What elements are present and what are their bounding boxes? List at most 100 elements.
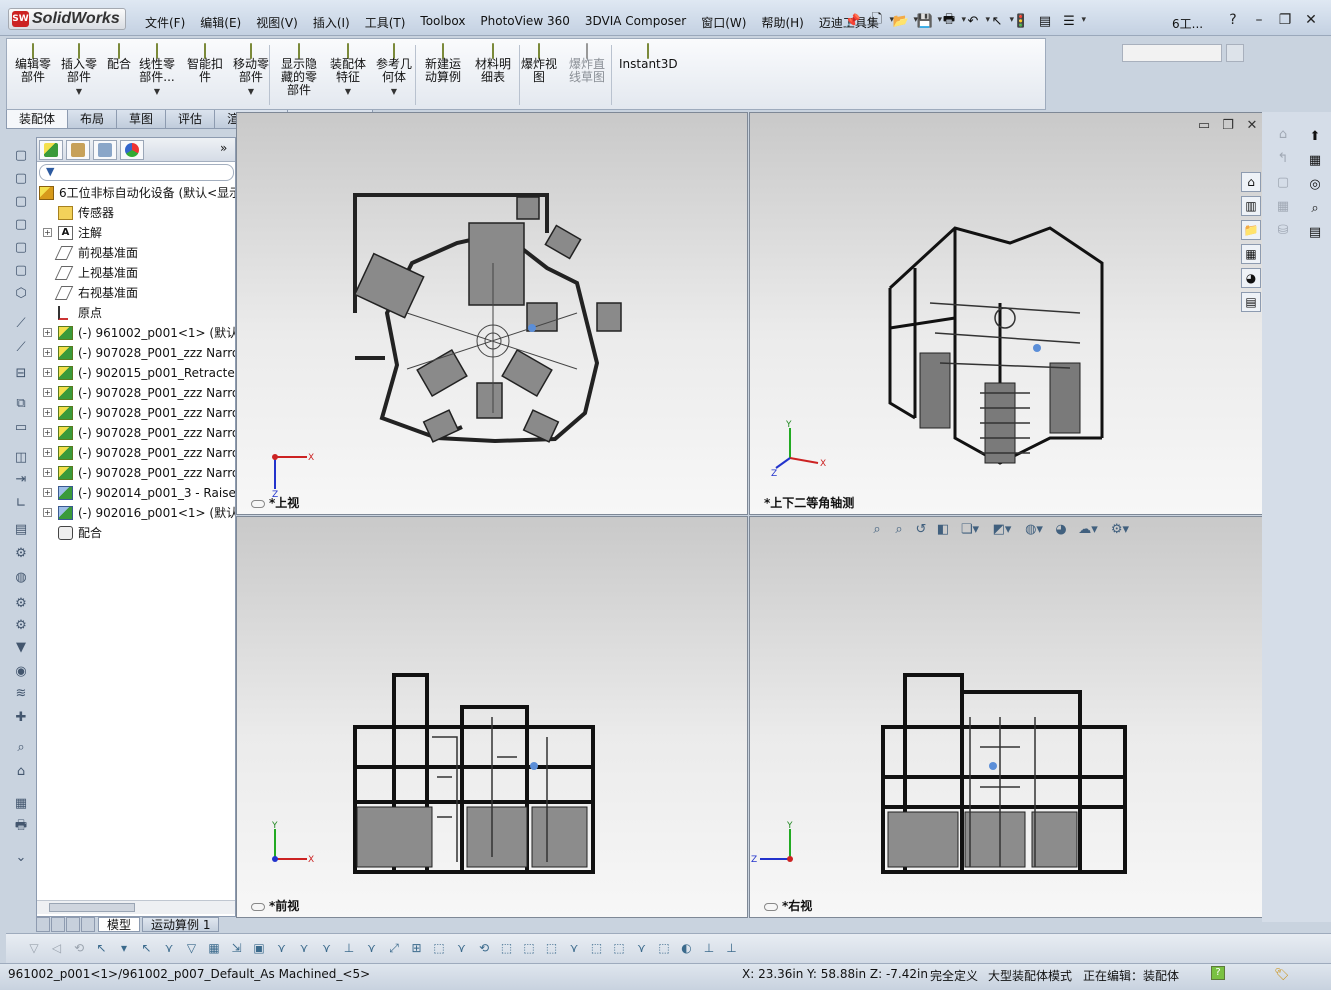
viewport-minimize-button[interactable]: ▭ (1192, 118, 1216, 133)
feature-tree-item[interactable]: 配合 (37, 523, 235, 543)
expand-icon[interactable]: + (43, 368, 52, 377)
command-edit-component[interactable]: 编辑零 部件 (15, 43, 51, 84)
display-style-icon[interactable]: ◩▾ (986, 522, 1018, 540)
feature-tree-item[interactable]: + (-) 907028_P001_zzz Narro (37, 443, 235, 463)
feature-tree-scrollbar[interactable] (37, 900, 235, 914)
feature-tree-item[interactable]: 右视基准面 (37, 283, 235, 303)
menu-item[interactable]: 编辑(E) (200, 14, 241, 31)
view-palette-icon[interactable]: ▦ (1241, 244, 1261, 264)
chevron-down-icon[interactable]: ▼ (345, 87, 351, 96)
feature-tree-item[interactable]: + (-) 907028_P001_zzz Narro (37, 463, 235, 483)
right-strip-icon[interactable]: ▦ (1306, 152, 1324, 170)
left-tool-icon[interactable]: ⌕ (13, 740, 29, 756)
tab-0[interactable]: 装配体 (6, 110, 69, 129)
viewport-trimetric[interactable]: Y X Z *上下二等角轴测 (749, 112, 1263, 515)
feature-tree-item[interactable]: + A 注解 (37, 223, 235, 243)
chevron-down-icon[interactable]: ▼ (76, 87, 82, 96)
left-tool-icon[interactable]: ▦ (13, 796, 29, 812)
viewport-restore-button[interactable]: ❐ (1216, 118, 1240, 133)
left-tool-icon[interactable]: ◫ (13, 450, 29, 466)
left-tool-icon[interactable]: ⟋ (13, 316, 29, 332)
expand-icon[interactable]: + (43, 448, 52, 457)
right-strip-icon[interactable]: ↰ (1274, 150, 1292, 168)
save-icon[interactable]: 💾 (914, 10, 942, 32)
open-icon[interactable]: 📂 (890, 10, 918, 32)
bottom-tool-icon[interactable]: ⋎ (634, 940, 650, 956)
bottom-tool-icon[interactable]: ⬚ (521, 940, 537, 956)
left-tool-icon[interactable]: ⬡ (13, 286, 29, 302)
bottom-tool-icon[interactable]: ◐ (679, 940, 695, 956)
more-tabs-icon[interactable]: » (220, 141, 227, 155)
command-new-motion-study[interactable]: 新建运 动算例 (425, 43, 461, 84)
feature-tree-item[interactable]: + (-) 907028_P001_zzz Narro (37, 343, 235, 363)
expand-icon[interactable]: + (43, 328, 52, 337)
command-explode-line-sketch[interactable]: 爆炸直 线草图 (569, 43, 605, 84)
right-strip-icon[interactable]: ▤ (1306, 224, 1324, 242)
left-tool-icon[interactable]: ◉ (13, 664, 29, 680)
feature-tree-item[interactable]: + (-) 902015_p001_Retracted (37, 363, 235, 383)
command-show-hidden[interactable]: 显示隐 藏的零 部件 (281, 43, 317, 97)
edit-appearance-icon[interactable]: ◕ (1050, 522, 1072, 540)
left-tool-icon[interactable]: ⟋ (13, 340, 29, 356)
bottom-tool-icon[interactable]: ⇲ (229, 940, 245, 956)
viewport-close-button[interactable]: ✕ (1240, 118, 1264, 133)
bottom-tool-icon[interactable]: ⬚ (611, 940, 627, 956)
apply-scene-icon[interactable]: ☁▾ (1072, 522, 1104, 540)
menu-item[interactable]: Toolbox (420, 14, 465, 31)
command-mate[interactable]: 配合 (107, 43, 131, 71)
bottom-tool-icon[interactable]: ⋎ (319, 940, 335, 956)
left-tool-icon[interactable]: ⌄ (13, 850, 29, 866)
configuration-dropdown[interactable] (1122, 44, 1222, 62)
left-tool-icon[interactable]: ∟ (13, 496, 29, 512)
bottom-tool-icon[interactable]: ⊞ (409, 940, 425, 956)
left-tool-icon[interactable]: ▢ (13, 194, 29, 210)
options-icon[interactable]: ☰ (1058, 10, 1086, 32)
left-tool-icon[interactable]: ▢ (13, 171, 29, 187)
feature-tree-item[interactable]: + (-) 907028_P001_zzz Narro (37, 383, 235, 403)
display-manager-tab[interactable] (120, 140, 144, 160)
pin-icon[interactable]: 📌 (842, 10, 864, 32)
command-move-component[interactable]: 移动零 部件 ▼ (233, 43, 269, 98)
left-tool-icon[interactable]: ⚙ (13, 546, 29, 562)
feature-tree-item[interactable]: + (-) 907028_P001_zzz Narro (37, 423, 235, 443)
link-views-icon[interactable] (251, 902, 265, 911)
feature-tree-item[interactable]: + (-) 902016_p001<1> (默认) (37, 503, 235, 523)
viewport-top[interactable]: X Z *上视 (236, 112, 748, 515)
feature-tree-filter[interactable]: ▼ (39, 164, 234, 181)
viewport-front[interactable]: Y X *前视 (236, 516, 748, 918)
bottom-tool-icon[interactable]: ⬚ (544, 940, 560, 956)
left-tool-icon[interactable]: ⧉ (13, 396, 29, 412)
right-strip-icon[interactable]: ⬆ (1306, 128, 1324, 146)
custom-properties-icon[interactable]: ▤ (1241, 292, 1261, 312)
minimize-button[interactable]: – (1246, 12, 1272, 28)
left-tool-icon[interactable]: ≋ (13, 686, 29, 702)
tab-3[interactable]: 评估 (165, 110, 216, 129)
bottom-tool-icon[interactable]: ⋎ (296, 940, 312, 956)
bottom-tool-icon[interactable]: ⋎ (274, 940, 290, 956)
bottom-tool-icon[interactable]: ⬚ (431, 940, 447, 956)
feature-tree-item[interactable]: + (-) 902014_p001_3 - Raised (37, 483, 235, 503)
select-icon[interactable]: ↖ (986, 10, 1014, 32)
new-document-icon[interactable]: 🗋 (866, 10, 894, 32)
menu-item[interactable]: 工具(T) (365, 14, 406, 31)
tab-1[interactable]: 布局 (67, 110, 118, 129)
link-views-icon[interactable] (764, 902, 778, 911)
undo-icon[interactable]: ↶ (962, 10, 990, 32)
bottom-tool-icon[interactable]: ⊥ (701, 940, 717, 956)
bottom-tool-icon[interactable]: ⊥ (724, 940, 740, 956)
left-tool-icon[interactable]: ⚙ (13, 618, 29, 634)
bottom-tool-icon[interactable]: ⋎ (364, 940, 380, 956)
command-exploded-view[interactable]: 爆炸视 图 (521, 43, 557, 84)
right-strip-icon[interactable]: ⌂ (1274, 126, 1292, 144)
command-bill-of-materials[interactable]: 材料明 细表 (475, 43, 511, 84)
bottom-tool-icon[interactable]: ⊥ (341, 940, 357, 956)
solidworks-logo[interactable]: SW SolidWorks (8, 8, 126, 30)
feature-tree-item[interactable]: 传感器 (37, 203, 235, 223)
configuration-button[interactable] (1226, 44, 1244, 62)
zoom-area-icon[interactable]: ⌕ (888, 522, 910, 540)
feature-tree-item[interactable]: 原点 (37, 303, 235, 323)
bottom-tool-icon[interactable]: ⬚ (656, 940, 672, 956)
expand-icon[interactable]: + (43, 228, 52, 237)
left-tool-icon[interactable]: ✚ (13, 710, 29, 726)
left-tool-icon[interactable]: ▢ (13, 263, 29, 279)
